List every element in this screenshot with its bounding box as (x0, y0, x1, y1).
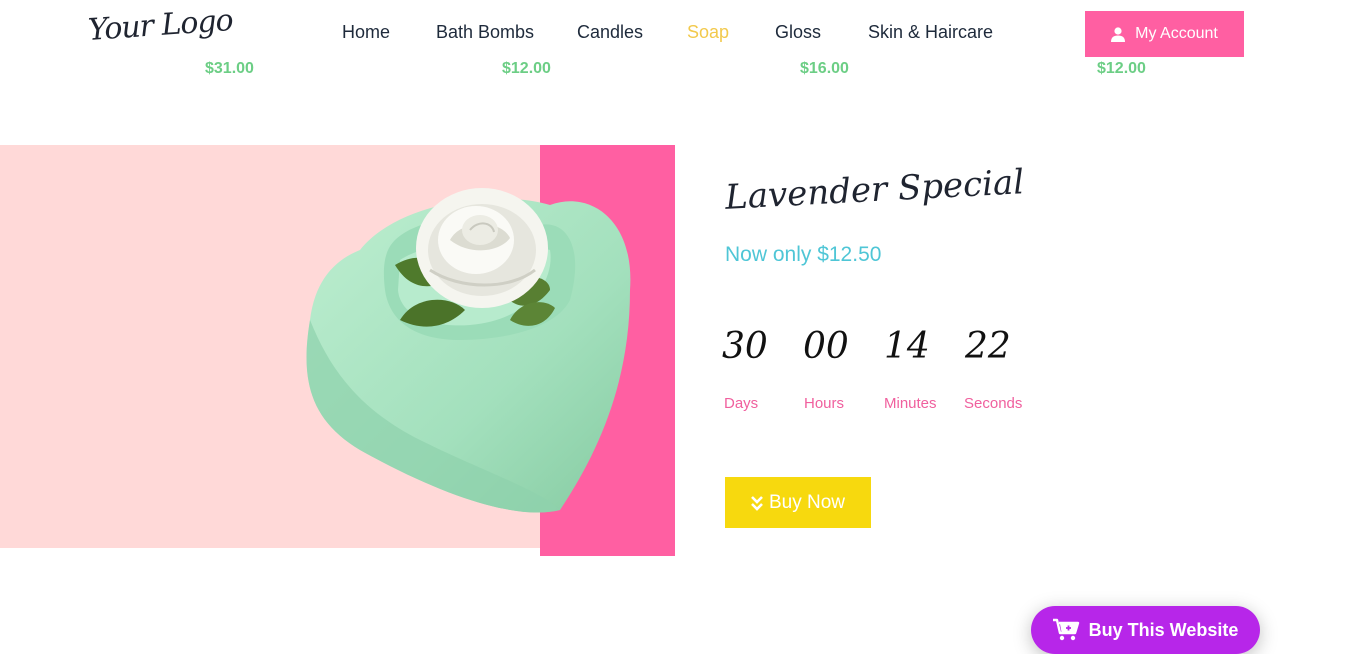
countdown-hours-value: 00 (803, 326, 849, 367)
nav-skin-haircare[interactable]: Skin & Haircare (868, 22, 993, 43)
promo-title: Lavender Special (724, 162, 1026, 218)
promo-price: Now only $12.50 (725, 243, 882, 266)
buy-this-website-label: Buy This Website (1088, 619, 1239, 640)
countdown-hours-label: Hours (804, 395, 845, 412)
product-price: $31.00 (205, 60, 254, 77)
nav-gloss[interactable]: Gloss (775, 22, 821, 43)
cart-plus-icon (1052, 618, 1079, 641)
countdown-days-value: 30 (722, 326, 768, 367)
my-account-label: My Account (1135, 25, 1218, 42)
countdown-days-label: Days (724, 395, 759, 412)
heart-soap-image (306, 188, 631, 513)
buy-now-label: Buy Now (768, 491, 846, 513)
nav-candles[interactable]: Candles (577, 22, 643, 43)
nav-bath-bombs[interactable]: Bath Bombs (436, 22, 534, 43)
nav-soap[interactable]: Soap (687, 22, 729, 43)
my-account-button[interactable]: My Account (1085, 11, 1244, 57)
double-chevron-down-icon (751, 495, 763, 511)
product-price-row: $31.00 $12.00 $16.00 $12.00 (0, 60, 1349, 80)
product-price: $12.00 (1097, 60, 1146, 77)
buy-this-website-button[interactable]: Buy This Website (1031, 606, 1260, 654)
user-icon (1111, 26, 1126, 42)
countdown-minutes-value: 14 (884, 326, 930, 367)
countdown-minutes-label: Minutes (884, 395, 937, 412)
buy-now-button[interactable]: Buy Now (725, 477, 871, 528)
countdown-seconds-value: 22 (965, 326, 1011, 367)
product-price: $16.00 (800, 60, 849, 77)
nav-home[interactable]: Home (342, 22, 390, 43)
countdown-seconds-label: Seconds (964, 395, 1023, 412)
product-price: $12.00 (502, 60, 551, 77)
